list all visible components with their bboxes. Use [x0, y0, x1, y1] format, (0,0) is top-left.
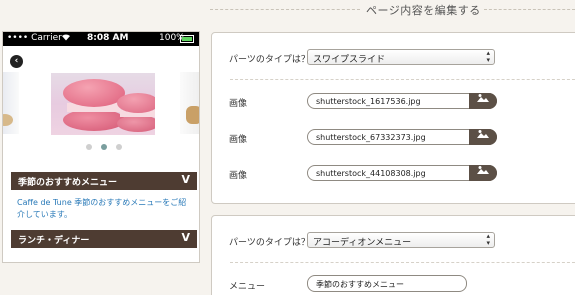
menu-name-value: 季節のおすすめメニュー: [316, 280, 404, 289]
next-slide-image[interactable]: [180, 72, 199, 134]
section-divider: [230, 262, 575, 263]
part-editor-accordion: パーツのタイプは？ アコーディオンメニュー ▴ ▾ メニュー 季節のおすすめメニュ…: [211, 215, 575, 295]
select-arrows-icon: ▴ ▾: [486, 232, 490, 247]
status-time: 8:08 AM: [87, 33, 129, 43]
pagination-dot-active[interactable]: [101, 144, 107, 150]
part-type-value: アコーディオンメニュー: [313, 238, 412, 248]
image-upload-icon[interactable]: [469, 165, 497, 181]
image-filename: shutterstock_67332373.jpg: [316, 133, 426, 142]
image-upload-icon[interactable]: [469, 129, 497, 145]
back-arrow-icon[interactable]: ‹: [10, 55, 23, 68]
image-file-field[interactable]: shutterstock_1617536.jpg: [307, 93, 497, 109]
part-type-value: スワイプスライド: [313, 55, 386, 65]
macaron-image: [63, 79, 125, 131]
page-header: ページ内容を編集する: [0, 0, 575, 20]
menu-label: メニュー: [229, 282, 266, 292]
battery-icon: [180, 35, 194, 43]
menu-name-input[interactable]: 季節のおすすめメニュー: [307, 275, 467, 292]
page-title: ページ内容を編集する: [366, 4, 481, 17]
accordion-title: ランチ・ディナー: [18, 236, 90, 246]
part-type-select[interactable]: スワイプスライド ▴ ▾: [307, 49, 495, 65]
image-filename: shutterstock_44108308.jpg: [316, 169, 426, 178]
accordion-body-text[interactable]: Caffe de Tune 季節のおすすめメニューをご紹介しています。: [17, 197, 193, 221]
accordion-header-seasonal[interactable]: 季節のおすすめメニュー V: [11, 172, 197, 190]
pagination-dot[interactable]: [116, 144, 122, 150]
pagination-dot[interactable]: [86, 144, 92, 150]
image-file-field[interactable]: shutterstock_67332373.jpg: [307, 129, 497, 145]
chevron-down-icon: V: [181, 173, 190, 186]
phone-preview: •••• Carrier 8:08 AM 100% ‹ 季節のおすすめメニュー …: [2, 31, 200, 263]
image-label: 画像: [229, 135, 248, 145]
wifi-icon: [61, 33, 71, 43]
chevron-down-icon: V: [181, 231, 190, 244]
select-arrows-icon: ▴ ▾: [486, 49, 490, 64]
status-bar: •••• Carrier 8:08 AM 100%: [3, 32, 199, 46]
part-editor-swipe-slide: パーツのタイプは？ スワイプスライド ▴ ▾ 画像 shutterstock_16…: [211, 32, 575, 204]
image-file-field[interactable]: shutterstock_44108308.jpg: [307, 165, 497, 181]
previous-slide-image[interactable]: [3, 72, 19, 134]
image-upload-icon[interactable]: [469, 93, 497, 109]
macaron-image: [117, 93, 155, 133]
part-type-label: パーツのタイプは？: [229, 238, 310, 248]
accordion-title: 季節のおすすめメニュー: [18, 178, 118, 188]
section-divider: [230, 79, 575, 80]
image-label: 画像: [229, 171, 248, 181]
current-slide-image[interactable]: [51, 73, 155, 135]
carrier-label: •••• Carrier: [7, 33, 62, 43]
header-divider-left: [210, 9, 360, 10]
part-type-label: パーツのタイプは？: [229, 55, 310, 65]
image-label: 画像: [229, 99, 248, 109]
part-type-select[interactable]: アコーディオンメニュー ▴ ▾: [307, 232, 495, 248]
header-divider-right: [484, 9, 575, 10]
image-filename: shutterstock_1617536.jpg: [316, 97, 421, 106]
accordion-header-lunch-dinner[interactable]: ランチ・ディナー V: [11, 230, 197, 248]
